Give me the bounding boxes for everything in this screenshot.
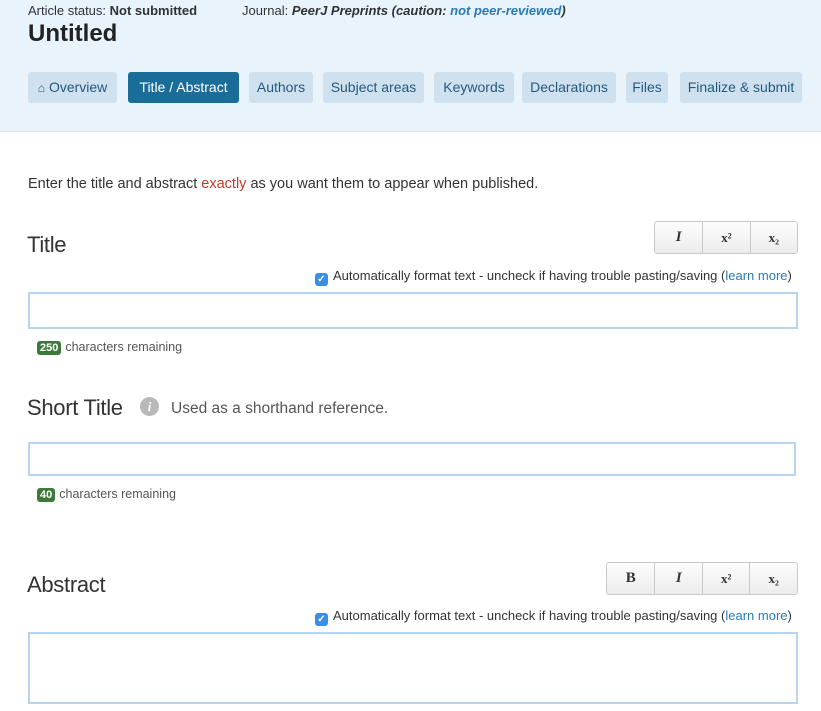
intro-before: Enter the title and abstract [28, 176, 198, 192]
title-autoformat: ✓ Automatically format text - uncheck if … [315, 268, 792, 286]
tab-finalize-submit-label: Finalize & submit [687, 79, 795, 95]
short-title-char-counter: 40 characters remaining [37, 487, 176, 502]
title-char-counter: 250 characters remaining [37, 340, 182, 355]
tab-declarations[interactable]: Declarations [522, 72, 616, 103]
tab-declarations-label: Declarations [530, 79, 608, 95]
caution-suffix: ) [561, 3, 566, 18]
short-title-heading: Short Title [27, 395, 123, 420]
tab-overview-label: Overview [48, 79, 108, 95]
tab-authors[interactable]: Authors [249, 72, 313, 103]
article-status-label: Article status: [28, 3, 107, 18]
abstract-autoformat: ✓ Automatically format text - uncheck if … [315, 608, 792, 626]
title-heading: Title [27, 232, 67, 257]
not-peer-reviewed-link[interactable]: not peer-reviewed [450, 3, 561, 18]
superscript-button[interactable]: x² [702, 222, 750, 253]
intro-after: as you want them to appear when publishe… [250, 176, 539, 192]
short-title-input[interactable] [28, 442, 796, 476]
italic-button[interactable]: I [655, 222, 703, 253]
intro-text: Enter the title and abstract exactly as … [28, 176, 538, 192]
title-autoformat-checkbox[interactable]: ✓ [315, 273, 328, 286]
caution-prefix: (caution: [391, 3, 447, 18]
tab-finalize-submit[interactable]: Finalize & submit [680, 72, 802, 103]
intro-highlight: exactly [201, 176, 247, 192]
italic-button[interactable]: I [654, 563, 702, 594]
abstract-heading: Abstract [27, 572, 106, 597]
tab-overview[interactable]: ⌂ Overview [28, 72, 117, 103]
title-autoformat-close: ) [787, 268, 792, 283]
article-status-value: Not submitted [109, 3, 198, 18]
journal-info: Journal: PeerJ Preprints (caution: not p… [242, 3, 566, 18]
superscript-button[interactable]: x² [701, 563, 750, 594]
title-autoformat-label: Automatically format text - uncheck if h… [333, 268, 726, 283]
title-learn-more-link[interactable]: learn more [725, 268, 787, 283]
abstract-autoformat-label: Automatically format text - uncheck if h… [333, 608, 726, 623]
tab-keywords[interactable]: Keywords [434, 72, 514, 103]
short-title-chars-remaining: 40 [37, 488, 56, 502]
title-chars-label: characters remaining [65, 340, 183, 354]
title-format-toolbar: I x² x₂ [654, 221, 798, 254]
tab-files[interactable]: Files [626, 72, 668, 103]
page-header: Article status: Not submitted Journal: P… [0, 0, 821, 132]
title-input[interactable] [28, 292, 798, 329]
tab-authors-label: Authors [256, 79, 306, 95]
bold-button[interactable]: B [607, 563, 655, 594]
tab-keywords-label: Keywords [443, 79, 505, 95]
abstract-input[interactable] [28, 632, 798, 704]
abstract-autoformat-checkbox[interactable]: ✓ [315, 613, 328, 626]
tab-title-abstract-label: Title / Abstract [139, 79, 228, 95]
title-chars-remaining: 250 [37, 341, 62, 355]
journal-label: Journal: [242, 3, 289, 18]
article-status: Article status: Not submitted [28, 3, 197, 18]
tab-subject-areas-label: Subject areas [330, 79, 417, 95]
short-title-chars-label: characters remaining [59, 487, 176, 501]
journal-name: PeerJ Preprints [291, 3, 388, 18]
abstract-learn-more-link[interactable]: learn more [725, 608, 787, 623]
tab-subject-areas[interactable]: Subject areas [323, 72, 424, 103]
abstract-autoformat-close: ) [787, 608, 792, 623]
home-icon: ⌂ [37, 81, 45, 95]
short-title-hint: Used as a shorthand reference. [171, 400, 389, 417]
tab-files-label: Files [632, 79, 662, 95]
abstract-format-toolbar: B I x² x₂ [606, 562, 798, 595]
info-icon[interactable]: i [140, 397, 159, 416]
tab-title-abstract[interactable]: Title / Abstract [128, 72, 239, 103]
subscript-button[interactable]: x₂ [749, 563, 797, 594]
subscript-button[interactable]: x₂ [749, 222, 797, 253]
page-title: Untitled [28, 20, 118, 47]
